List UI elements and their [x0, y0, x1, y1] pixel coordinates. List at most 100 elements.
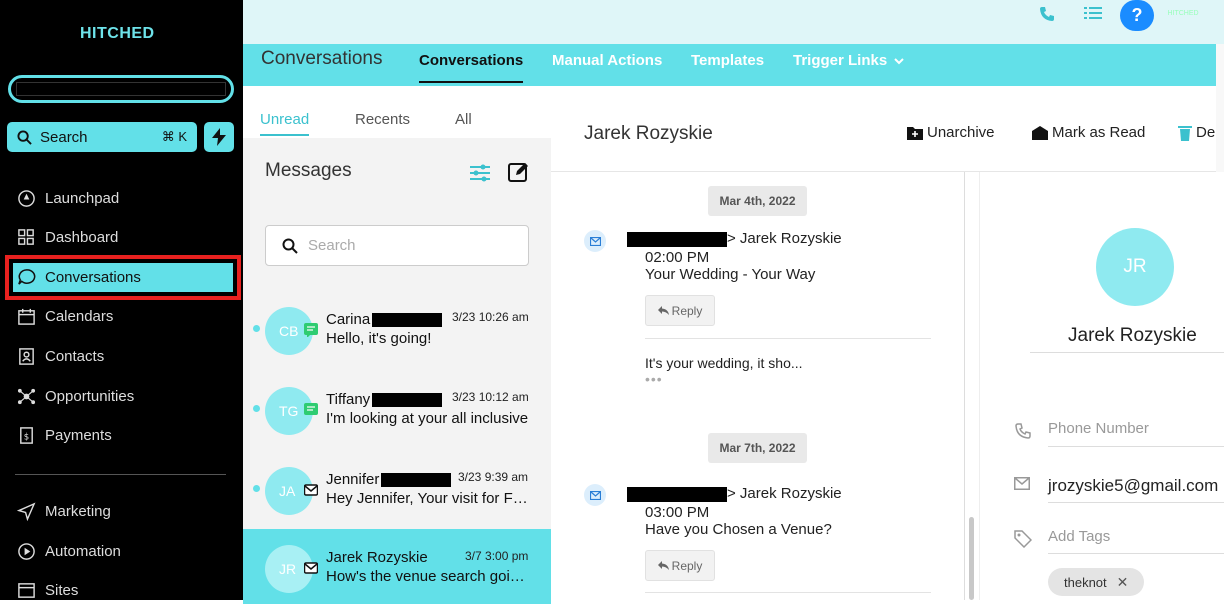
conversations-header: Conversations Conversations Manual Actio… [243, 44, 1224, 86]
app-logo: HITCHED [80, 25, 155, 42]
unread-dot [253, 485, 260, 492]
top-bar [243, 0, 1224, 44]
conversation-item[interactable]: CB Carina 3/23 10:26 am Hello, it's goin… [243, 295, 551, 365]
calendar-icon [18, 308, 35, 325]
thread-scrollbar[interactable] [969, 517, 974, 600]
sidebar-item-marketing[interactable]: Marketing [0, 494, 243, 528]
lightning-icon [212, 128, 226, 146]
tab-trigger-links-label: Trigger Links [793, 52, 888, 69]
message-filters: Unread Recents All [243, 86, 551, 138]
filter-sliders-icon[interactable] [469, 163, 491, 183]
message-divider [645, 592, 931, 593]
expand-more-button[interactable]: ••• [645, 371, 663, 387]
message-subject: Your Wedding - Your Way [645, 266, 816, 283]
receipt-icon: $ [20, 426, 33, 444]
message-recipient: > Jarek Rozyskie [727, 485, 842, 502]
conversation-item[interactable]: JA Jennifer 3/23 9:39 am Hey Jennifer, Y… [243, 455, 551, 525]
add-tags-input[interactable]: Add Tags [1048, 528, 1110, 545]
reply-button[interactable]: Reply [645, 550, 715, 581]
conversation-item-selected[interactable]: JR Jarek Rozyskie 3/7 3:00 pm How's the … [243, 529, 551, 604]
message-snippet: It's your wedding, it sho... [645, 355, 803, 371]
sidebar: HITCHED Search ⌘ K Launchpad Dashboard C… [0, 0, 243, 600]
conversation-preview: Hello, it's going! [326, 330, 432, 347]
phone-icon [1015, 423, 1031, 439]
sidebar-item-dashboard[interactable]: Dashboard [0, 220, 243, 254]
mark-as-read-button[interactable]: Mark as Read [1032, 124, 1145, 141]
unarchive-button[interactable]: Unarchive [907, 124, 995, 141]
filter-recents[interactable]: Recents [355, 111, 410, 128]
conversation-item[interactable]: TG Tiffany 3/23 10:12 am I'm looking at … [243, 375, 551, 445]
phone-number-field[interactable]: Phone Number [1048, 420, 1149, 437]
sidebar-item-payments[interactable]: $ Payments [0, 418, 243, 452]
sidebar-item-conversations[interactable]: Conversations [5, 255, 241, 300]
profile-avatar[interactable]: HITCHED [1167, 4, 1199, 24]
sidebar-item-launchpad[interactable]: Launchpad [0, 181, 243, 215]
messages-search-input[interactable]: Search [265, 225, 529, 266]
sidebar-item-automation[interactable]: Automation [0, 534, 243, 568]
phone-button[interactable] [1037, 5, 1057, 23]
sidebar-item-label: Sites [45, 581, 79, 599]
filter-all[interactable]: All [455, 111, 472, 128]
location-switcher[interactable] [8, 75, 234, 103]
compose-icon[interactable] [507, 161, 529, 183]
network-icon [17, 388, 36, 404]
name-underline [1030, 352, 1224, 353]
redacted-sender [627, 486, 727, 502]
list-icon [1084, 7, 1102, 19]
sidebar-item-label: Launchpad [45, 189, 120, 207]
redacted-location [16, 82, 226, 96]
mark-as-read-label: Mark as Read [1052, 124, 1146, 141]
email-field[interactable]: jrozyskie5@gmail.com [1048, 476, 1218, 496]
message-recipient: > Jarek Rozyskie [727, 230, 842, 247]
redacted-surname [372, 393, 443, 408]
tag-label: theknot [1064, 574, 1107, 590]
sidebar-item-sites[interactable]: Sites [0, 573, 243, 600]
remove-tag-icon[interactable]: ✕ [1117, 574, 1129, 591]
sidebar-item-label: Dashboard [45, 228, 119, 246]
sidebar-divider [15, 474, 226, 475]
tab-manual-actions[interactable]: Manual Actions [552, 52, 662, 69]
quick-actions-button[interactable] [204, 122, 234, 152]
message-sender: > Jarek Rozyskie [627, 230, 842, 247]
tab-conversations[interactable]: Conversations [419, 52, 524, 83]
contact-name: Jarek Rozyskie [1068, 325, 1197, 346]
page-title: Conversations [261, 48, 383, 69]
tab-trigger-links[interactable]: Trigger Links [793, 52, 905, 69]
search-shortcut: ⌘ K [161, 129, 187, 144]
send-icon [17, 502, 36, 521]
sidebar-item-label: Payments [45, 426, 112, 444]
conversation-time: 3/23 10:26 am [452, 310, 529, 324]
conversation-name: Jennifer [326, 471, 452, 488]
sidebar-item-label: Marketing [45, 502, 111, 520]
search-icon [17, 129, 32, 145]
reply-button[interactable]: Reply [645, 295, 715, 326]
sms-icon [304, 403, 318, 415]
sidebar-item-label: Calendars [45, 307, 114, 325]
contact-card-icon [19, 347, 34, 365]
email-underline [1048, 502, 1224, 503]
right-panel-edge [1216, 44, 1224, 172]
email-icon [304, 562, 318, 574]
sidebar-item-label: Automation [45, 542, 121, 560]
delete-button[interactable]: Del [1178, 124, 1219, 141]
contact-avatar: JR [1096, 228, 1174, 306]
contact-name: Tiffany [326, 391, 371, 408]
sidebar-search-button[interactable]: Search ⌘ K [7, 122, 197, 152]
date-separator: Mar 4th, 2022 [708, 186, 807, 216]
sidebar-item-calendars[interactable]: Calendars [0, 299, 243, 333]
notifications-button[interactable] [1082, 3, 1104, 23]
redacted-surname [381, 473, 452, 488]
tab-templates[interactable]: Templates [691, 52, 764, 69]
message-subject: Have you Chosen a Venue? [645, 521, 832, 538]
help-button[interactable]: ? [1120, 0, 1154, 31]
chevron-down-icon [894, 57, 904, 64]
date-separator: Mar 7th, 2022 [708, 433, 807, 463]
contact-details-panel: JR Jarek Rozyskie Phone Number jrozyskie… [979, 172, 1224, 600]
filter-unread[interactable]: Unread [260, 111, 310, 136]
sidebar-item-contacts[interactable]: Contacts [0, 339, 243, 373]
email-icon [304, 484, 318, 496]
tags-underline [1048, 553, 1224, 554]
archive-icon [907, 126, 923, 140]
sidebar-item-opportunities[interactable]: Opportunities [0, 379, 243, 413]
conversation-preview: I'm looking at your all inclusive [326, 410, 529, 427]
